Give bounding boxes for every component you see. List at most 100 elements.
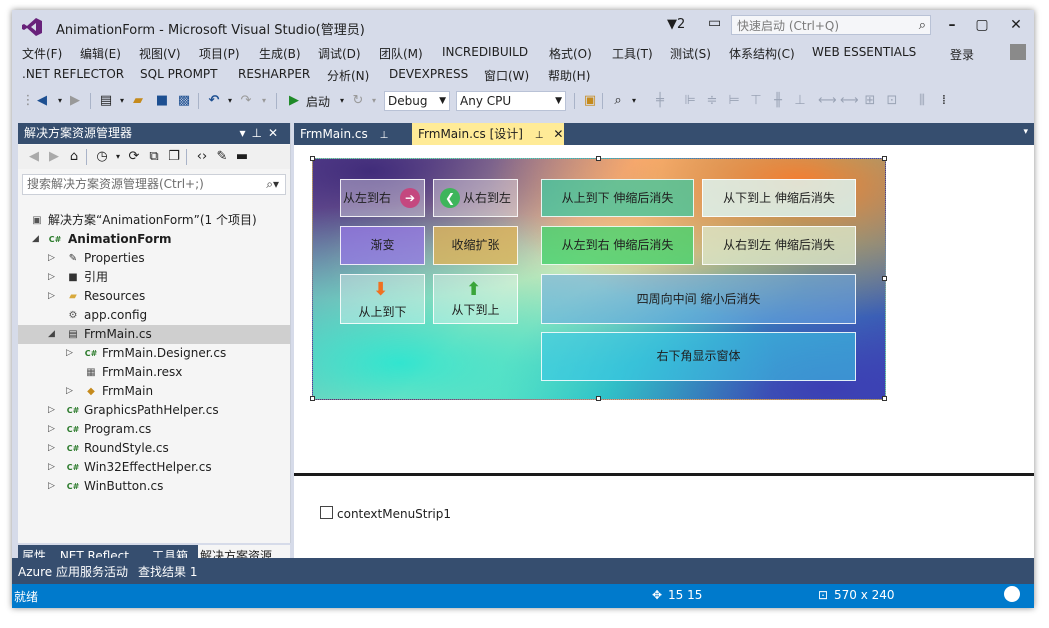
view-code-icon[interactable]: ‹› <box>194 149 210 165</box>
menu-window[interactable]: 窗口(W) <box>484 67 529 84</box>
right-to-left-button[interactable]: ❮ 从右到左 <box>433 179 518 217</box>
collapsed-arrow-icon[interactable]: ▷ <box>66 344 73 363</box>
menu-help[interactable]: 帮助(H) <box>548 67 590 84</box>
tree-item[interactable]: ▷ ■ 引用 <box>18 268 290 287</box>
collapsed-arrow-icon[interactable]: ▷ <box>48 249 55 268</box>
tree-item[interactable]: ▷ C# WinButton.cs <box>18 477 290 496</box>
expanded-arrow-icon[interactable]: ◢ <box>32 230 39 249</box>
tree-item[interactable]: ▷ ▰ Resources <box>18 287 290 306</box>
top-to-bottom-shrink-button[interactable]: 从上到下 伸缩后消失 <box>541 179 694 217</box>
menu-format[interactable]: 格式(O) <box>549 45 592 62</box>
chevron-down-icon[interactable]: ▾ <box>110 149 126 165</box>
bottom-to-top-button[interactable]: ⬆ 从下到上 <box>433 274 518 324</box>
close-button[interactable]: ✕ <box>1002 14 1030 36</box>
menu-file[interactable]: 文件(F) <box>22 45 62 62</box>
redo-icon[interactable]: ↷ <box>238 93 254 109</box>
solution-configuration-select[interactable]: Debug ▼ <box>384 91 450 111</box>
menu-sql-prompt[interactable]: SQL PROMPT <box>140 67 218 81</box>
menu-devexpress[interactable]: DEVEXPRESS <box>389 67 468 81</box>
resize-handle[interactable] <box>596 396 601 401</box>
menu-test[interactable]: 测试(S) <box>670 45 711 62</box>
align-middles-icon[interactable]: ╫ <box>770 93 786 109</box>
center-shrink-button[interactable]: 四周向中间 缩小后消失 <box>541 274 856 324</box>
chevron-down-icon[interactable]: ▾ <box>222 93 238 109</box>
collapsed-arrow-icon[interactable]: ▷ <box>48 420 55 439</box>
shrink-expand-button[interactable]: 收缩扩张 <box>433 226 518 265</box>
chevron-down-icon[interactable]: ▾ <box>52 93 68 109</box>
preview-icon[interactable]: ▬ <box>234 149 250 165</box>
fade-button[interactable]: 渐变 <box>340 226 425 265</box>
tree-item[interactable]: ▷ ◆ FrmMain <box>18 382 290 401</box>
right-to-left-shrink-button[interactable]: 从右到左 伸缩后消失 <box>702 226 856 265</box>
left-to-right-button[interactable]: 从左到右 ➔ <box>340 179 425 217</box>
expanded-arrow-icon[interactable]: ◢ <box>48 325 55 344</box>
resize-handle[interactable] <box>310 156 315 161</box>
menu-net-reflector[interactable]: .NET REFLECTOR <box>22 67 124 81</box>
resize-handle[interactable] <box>596 156 601 161</box>
align-centers-icon[interactable]: ≑ <box>704 93 720 109</box>
align-lefts-icon[interactable]: ⊫ <box>682 93 698 109</box>
menu-incredibuild[interactable]: INCREDIBUILD <box>442 45 528 59</box>
bottom-right-show-button[interactable]: 右下角显示窗体 <box>541 332 856 381</box>
menu-architecture[interactable]: 体系结构(C) <box>729 45 795 62</box>
collapsed-arrow-icon[interactable]: ▷ <box>48 401 55 420</box>
menu-tools[interactable]: 工具(T) <box>612 45 653 62</box>
align-rights-icon[interactable]: ⊨ <box>726 93 742 109</box>
align-tops-icon[interactable]: ⊤ <box>748 93 764 109</box>
quick-launch-input[interactable]: 快速启动 (Ctrl+Q) ⌕ <box>731 15 931 35</box>
make-same-width-icon[interactable]: ⟷ <box>818 93 837 109</box>
navigate-back-icon[interactable]: ◀ <box>34 93 50 109</box>
menu-web-essentials[interactable]: WEB ESSENTIALS <box>812 45 916 59</box>
notifications-button[interactable]: ▼2 <box>667 17 685 32</box>
start-debug-button[interactable]: 启动 <box>306 93 330 110</box>
menu-resharper[interactable]: RESHARPER <box>238 67 310 81</box>
maximize-button[interactable]: ▢ <box>968 14 996 36</box>
chevron-down-icon[interactable]: ▾ <box>626 93 642 109</box>
home-icon[interactable]: ⌂ <box>66 149 82 165</box>
menu-view[interactable]: 视图(V) <box>139 45 181 62</box>
collapsed-arrow-icon[interactable]: ▷ <box>48 287 55 306</box>
designed-form[interactable]: 从左到右 ➔ ❮ 从右到左 渐变 收缩扩张 ⬇ 从上到下 ⬆ 从下到上 从上到下… <box>310 156 887 401</box>
top-to-bottom-button[interactable]: ⬇ 从上到下 <box>340 274 425 324</box>
feedback-icon[interactable]: ▭ <box>708 15 721 31</box>
chevron-down-icon[interactable]: ▾ <box>366 93 382 109</box>
tree-item[interactable]: ▷ C# Program.cs <box>18 420 290 439</box>
horizontal-spacing-icon[interactable]: ⫼ <box>914 93 930 109</box>
collapse-all-icon[interactable]: ⧉ <box>146 149 162 165</box>
collapsed-arrow-icon[interactable]: ▷ <box>48 477 55 496</box>
undo-icon[interactable]: ↶ <box>206 93 222 109</box>
pin-icon[interactable]: ⊥ <box>380 130 389 141</box>
menu-team[interactable]: 团队(M) <box>379 45 423 62</box>
tree-item[interactable]: ▣ 解决方案“AnimationForm”(1 个项目) <box>18 211 290 230</box>
resize-handle[interactable] <box>882 156 887 161</box>
login-link[interactable]: 登录 <box>950 46 974 63</box>
tab-find-results[interactable]: 查找结果 1 <box>138 563 197 580</box>
tree-item[interactable]: ▷ C# GraphicsPathHelper.cs <box>18 401 290 420</box>
tree-item[interactable]: ▷ C# RoundStyle.cs <box>18 439 290 458</box>
close-icon[interactable]: ✕ <box>553 127 563 141</box>
solution-explorer-search-input[interactable]: 搜索解决方案资源管理器(Ctrl+;) ⌕▾ <box>22 174 286 195</box>
new-project-icon[interactable]: ▤ <box>98 93 114 109</box>
notifications-bell-icon[interactable] <box>1004 586 1020 602</box>
tree-item[interactable]: ▷ C# FrmMain.Designer.cs <box>18 344 290 363</box>
menu-build[interactable]: 生成(B) <box>259 45 301 62</box>
bottom-to-top-shrink-button[interactable]: 从下到上 伸缩后消失 <box>702 179 856 217</box>
pin-icon[interactable]: ⊥ <box>251 126 267 140</box>
chevron-down-icon[interactable]: ▾ <box>1023 127 1028 137</box>
save-icon[interactable]: ■ <box>154 93 170 109</box>
sync-icon[interactable]: ⟳ <box>126 149 142 165</box>
chevron-down-icon[interactable]: ▾ <box>256 93 272 109</box>
tree-item[interactable]: ▷ ✎ Properties <box>18 249 290 268</box>
left-to-right-shrink-button[interactable]: 从左到右 伸缩后消失 <box>541 226 694 265</box>
toolbar-overflow-icon[interactable]: ⁞ <box>936 93 952 109</box>
tree-item[interactable]: ▦ FrmMain.resx <box>18 363 290 382</box>
window-position-icon[interactable]: ▾ <box>239 126 251 140</box>
menu-analyze[interactable]: 分析(N) <box>327 67 369 84</box>
pin-icon[interactable]: ⊥ <box>535 130 544 141</box>
menu-project[interactable]: 项目(P) <box>199 45 240 62</box>
open-file-icon[interactable]: ▰ <box>130 93 146 109</box>
pending-changes-filter-icon[interactable]: ◷ <box>94 149 110 165</box>
resize-handle[interactable] <box>882 276 887 281</box>
size-to-grid-icon[interactable]: ⊞ <box>862 93 878 109</box>
solution-platform-select[interactable]: Any CPU ▼ <box>456 91 566 111</box>
